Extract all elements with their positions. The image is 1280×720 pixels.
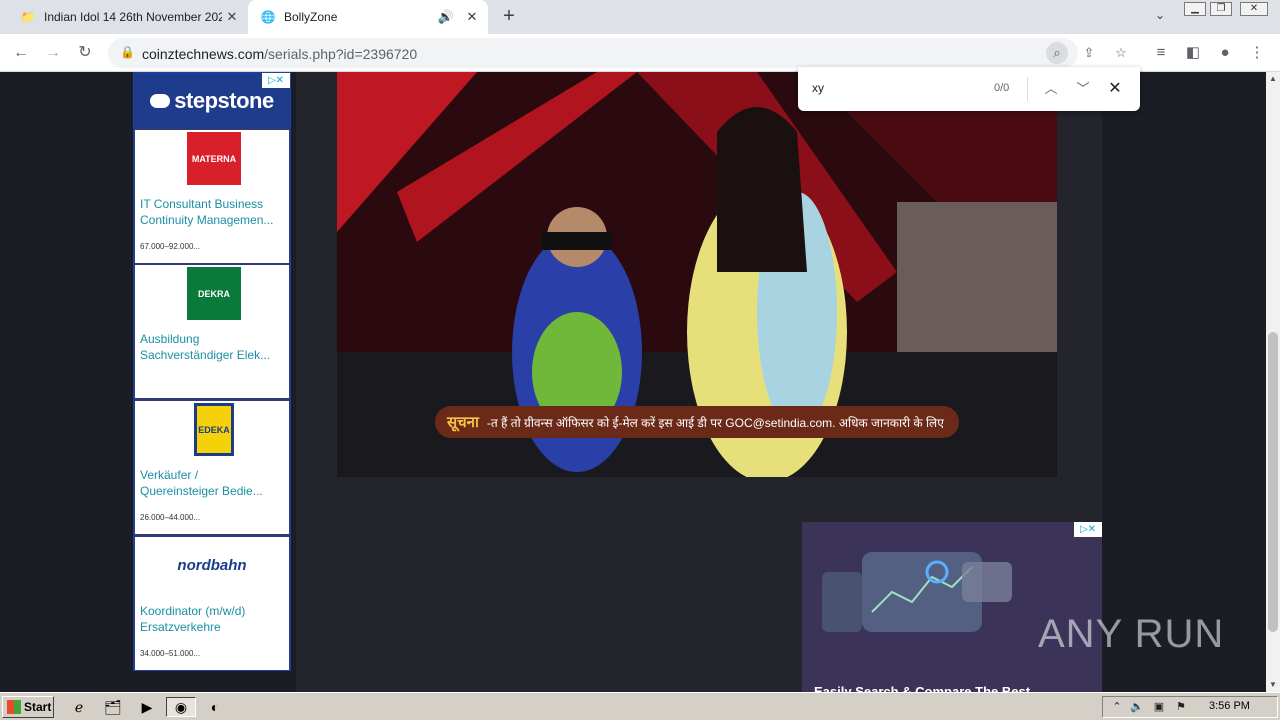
news-ticker: सूचना -त हैं तो ग्रीवन्स ऑफिसर को ई-मेल … (435, 406, 959, 438)
bookmark-star-icon[interactable]: ☆ (1110, 42, 1132, 64)
video-player[interactable]: सूचना -त हैं तो ग्रीवन्स ऑफिसर को ई-मेल … (337, 72, 1057, 477)
job-title[interactable]: Koordinator (m/w/d) Ersatzverkehre (140, 603, 286, 635)
web-page: stepstone ▷✕ MATERNA IT Consultant Busin… (0, 72, 1266, 692)
speaker-icon[interactable]: 🔊 (436, 7, 456, 27)
new-tab-button[interactable]: + (498, 6, 520, 28)
ticker-text: -त हैं तो ग्रीवन्स ऑफिसर को ई-मेल करें इ… (486, 415, 944, 430)
folder-icon: 📁 (20, 10, 36, 24)
find-icon[interactable]: ⌕ (1046, 42, 1068, 64)
job-title[interactable]: Verkäufer / Quereinsteiger Bedie... (140, 467, 286, 499)
ad-headline[interactable]: Easily Search & Compare The Best (814, 684, 1030, 692)
tray-expand-icon[interactable]: ⌃ (1109, 699, 1125, 715)
forward-icon[interactable]: → (42, 42, 64, 64)
close-window-icon[interactable]: ✕ (1240, 2, 1268, 16)
adchoices-icon[interactable]: ▷✕ (262, 73, 290, 88)
job-title[interactable]: IT Consultant Business Continuity Managem… (140, 196, 286, 228)
right-ad[interactable]: ▷✕ Easily Search & Compare The Best (802, 522, 1102, 692)
reload-icon[interactable]: ↻ (74, 42, 96, 64)
company-logo: MATERNA (187, 132, 241, 185)
lock-icon: 🔒 (120, 45, 135, 59)
chevron-up-icon[interactable]: ︿ (1040, 78, 1062, 100)
ie-icon[interactable]: ℯ (68, 697, 90, 717)
watermark: ANY RUN (1038, 612, 1225, 656)
explorer-icon[interactable]: 🗂 (102, 697, 124, 717)
restore-icon[interactable]: ❐ (1210, 2, 1232, 16)
company-logo: DEKRA (187, 267, 241, 320)
find-input[interactable]: xy (812, 81, 972, 95)
system-tray: ⌃ 🔈 ▣ ⚑ 3:56 PM (1102, 696, 1278, 718)
media-control-icon[interactable]: ≡ (1150, 42, 1172, 64)
scroll-up-icon[interactable]: ▲ (1266, 72, 1280, 86)
menu-icon[interactable]: ⋮ (1246, 42, 1268, 64)
tab-title: Indian Idol 14 26th November 2023 (44, 10, 222, 24)
tab-indian-idol[interactable]: 📁 Indian Idol 14 26th November 2023 ✕ (8, 0, 248, 34)
chrome-icon[interactable]: ◉ (166, 697, 196, 717)
job-salary: 67.000–92.000... (140, 242, 201, 251)
profile-icon[interactable]: ● (1214, 42, 1236, 64)
job-card[interactable]: DEKRA Ausbildung Sachverständiger Elek... (135, 265, 289, 398)
adchoices-icon[interactable]: ▷✕ (1074, 522, 1102, 537)
tab-strip: 📁 Indian Idol 14 26th November 2023 ✕ 🌐 … (0, 0, 1280, 34)
job-salary: 26.000–44.000... (140, 513, 201, 522)
minimize-icon[interactable]: ▁ (1184, 2, 1206, 16)
ticker-label: सूचना (447, 414, 479, 431)
close-icon[interactable]: ✕ (222, 7, 242, 27)
tab-title: BollyZone (284, 10, 338, 24)
taskbar: Start ℯ 🗂 ▶ ◉ ◐ ⌃ 🔈 ▣ ⚑ 3:56 PM (0, 692, 1280, 720)
job-card[interactable]: MATERNA IT Consultant Business Continuity… (135, 130, 289, 263)
job-card[interactable]: nordbahn Koordinator (m/w/d) Ersatzverkeh… (135, 537, 289, 670)
start-button[interactable]: Start (2, 696, 54, 718)
find-count: 0/0 (994, 82, 1010, 94)
globe-icon: 🌐 (260, 10, 276, 24)
back-icon[interactable]: ← (10, 42, 32, 64)
side-panel-icon[interactable]: ◧ (1182, 42, 1204, 64)
media-player-icon[interactable]: ▶ (136, 697, 158, 717)
chevron-down-icon[interactable]: ⌄ (1150, 8, 1170, 26)
scroll-down-icon[interactable]: ▼ (1266, 678, 1280, 692)
ad-image (802, 522, 1102, 692)
edge-icon[interactable]: ◐ (204, 697, 226, 717)
left-ad[interactable]: stepstone ▷✕ MATERNA IT Consultant Busin… (133, 72, 291, 671)
company-logo: EDEKA (194, 403, 234, 456)
close-icon[interactable]: ✕ (1104, 78, 1126, 100)
find-bar: xy 0/0 ︿ ﹀ ✕ (798, 67, 1140, 111)
job-title[interactable]: Ausbildung Sachverständiger Elek... (140, 331, 286, 363)
chevron-down-icon[interactable]: ﹀ (1072, 78, 1094, 100)
windows-logo-icon (7, 700, 21, 714)
network-icon[interactable]: ▣ (1151, 699, 1167, 715)
company-logo: nordbahn (157, 545, 267, 585)
divider (1027, 77, 1028, 101)
url-text[interactable]: coinztechnews.com/serials.php?id=2396720 (142, 46, 417, 62)
address-bar[interactable]: 🔒 coinztechnews.com/serials.php?id=23967… (108, 38, 1127, 68)
job-card[interactable]: EDEKA Verkäufer / Quereinsteiger Bedie...… (135, 401, 289, 534)
volume-icon[interactable]: 🔈 (1129, 699, 1145, 715)
share-icon[interactable]: ⇪ (1078, 42, 1100, 64)
job-salary: 34.000–51.000... (140, 649, 201, 658)
tab-bollyzone[interactable]: 🌐 BollyZone 🔊 ✕ (248, 0, 488, 34)
scrollbar-thumb[interactable] (1268, 332, 1278, 632)
clock[interactable]: 3:56 PM (1209, 700, 1250, 712)
flag-icon[interactable]: ⚑ (1173, 699, 1189, 715)
scrollbar[interactable]: ▲ ▼ (1266, 72, 1280, 692)
close-icon[interactable]: ✕ (462, 7, 482, 27)
